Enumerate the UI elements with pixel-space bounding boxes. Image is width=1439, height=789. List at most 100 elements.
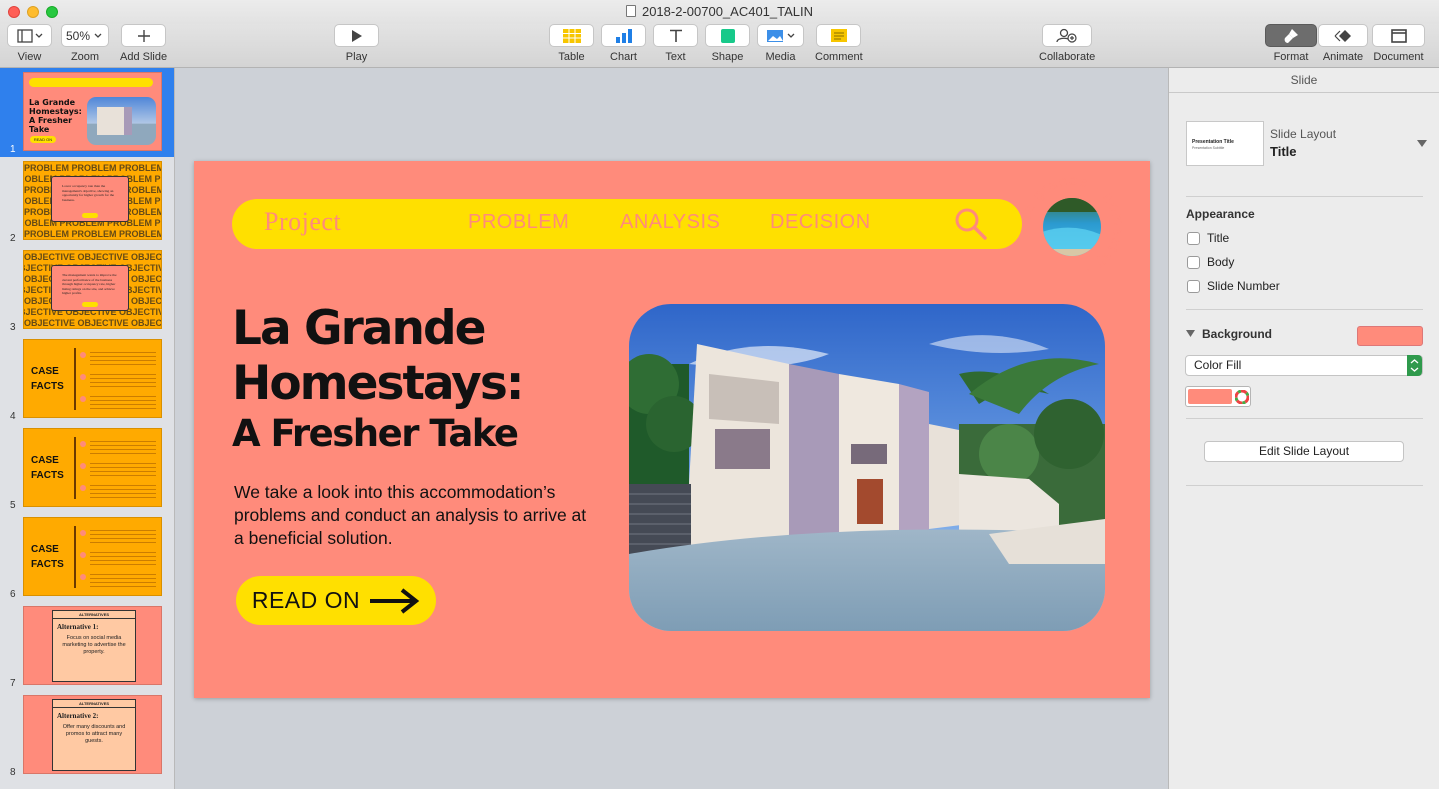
zoom-tool[interactable]: 50% Zoom — [61, 24, 109, 63]
layout-dropdown-arrow-icon[interactable] — [1417, 140, 1427, 147]
thumb-nav-bar — [29, 78, 153, 87]
text-tool[interactable]: Text — [653, 24, 698, 63]
document-window-icon — [1390, 28, 1407, 43]
color-well-swatch[interactable] — [1188, 389, 1232, 404]
slide-number: 4 — [10, 411, 16, 422]
table-button[interactable] — [549, 24, 594, 47]
slide-number: 8 — [10, 767, 16, 778]
checkbox-box[interactable] — [1187, 279, 1200, 293]
play-tool[interactable]: Play — [334, 24, 379, 63]
media-tool[interactable]: Media — [757, 24, 804, 63]
slide-number: 5 — [10, 500, 16, 511]
comment-button[interactable] — [816, 24, 862, 47]
checkbox-box[interactable] — [1187, 231, 1200, 245]
chart-tool[interactable]: Chart — [601, 24, 646, 63]
text-t-icon — [669, 29, 682, 42]
document-tool[interactable]: Document — [1372, 24, 1425, 63]
zoom-select[interactable]: 50% — [61, 24, 109, 47]
view-tool[interactable]: View — [7, 24, 52, 63]
nav-decision-link[interactable]: DECISION — [770, 211, 871, 234]
play-label: Play — [345, 51, 368, 63]
shape-tool[interactable]: Shape — [705, 24, 750, 63]
comment-tool[interactable]: Comment — [815, 24, 863, 63]
arrow-right-icon — [370, 587, 420, 614]
view-button[interactable] — [7, 24, 52, 47]
slide-thumbnail-1[interactable]: La Grande Homestays: A Fresher Take READ O… — [0, 68, 174, 157]
thumb-case-facts: CASE FACTS — [31, 455, 64, 481]
animate-button[interactable] — [1318, 24, 1368, 47]
sidebar-layout-icon — [16, 28, 42, 43]
checkbox-body[interactable]: Body — [1187, 255, 1234, 269]
slide-number: 2 — [10, 233, 16, 244]
chart-button[interactable] — [601, 24, 646, 47]
slide-thumbnail-8[interactable]: ALTERNATIVES Alternative 2: Offer many d… — [0, 691, 174, 780]
animate-tool[interactable]: Animate — [1318, 24, 1368, 63]
slide-layout-label: Slide Layout — [1270, 127, 1337, 141]
nav-analysis-link[interactable]: ANALYSIS — [620, 211, 720, 234]
slide-nav-bar[interactable]: Project PROBLEM ANALYSIS DECISION — [232, 199, 1022, 249]
comment-note-icon — [830, 29, 847, 42]
checkbox-label: Body — [1207, 255, 1235, 269]
checkbox-slide-number[interactable]: Slide Number — [1187, 279, 1280, 293]
format-button[interactable] — [1265, 24, 1317, 47]
edit-slide-layout-button[interactable]: Edit Slide Layout — [1204, 441, 1404, 462]
keynote-document-icon — [625, 5, 636, 17]
select-stepper-icon — [1407, 355, 1422, 376]
color-wheel-icon[interactable] — [1234, 387, 1250, 406]
shape-button[interactable] — [705, 24, 750, 47]
collaborate-tool[interactable]: Collaborate — [1039, 24, 1095, 63]
slide-thumbnail-4[interactable]: CASE FACTS 4 — [0, 335, 174, 424]
text-button[interactable] — [653, 24, 698, 47]
title-line-3: A Fresher Take — [232, 412, 519, 455]
layout-thumb-subtitle: Presentation Subtitle — [1192, 146, 1225, 150]
slide-thumbnail-7[interactable]: ALTERNATIVES Alternative 1: Focus on soc… — [0, 602, 174, 691]
nav-project-link[interactable]: Project — [264, 207, 341, 237]
fill-type-value: Color Fill — [1194, 358, 1242, 372]
slide-number: 1 — [10, 144, 16, 155]
slide-subtitle[interactable]: We take a look into this accommodation’s… — [234, 481, 594, 550]
zoom-value: 50% — [65, 28, 91, 43]
thumb-preview: OBJECTIVE OBJECTIVE OBJECTIVE OBJECTIVE … — [23, 250, 162, 329]
plus-icon — [137, 29, 150, 42]
color-well[interactable] — [1185, 386, 1251, 407]
slide-canvas[interactable]: Project PROBLEM ANALYSIS DECISION a gran… — [175, 68, 1168, 789]
checkbox-title[interactable]: Title — [1187, 231, 1229, 245]
add-slide-tool[interactable]: Add Slide — [120, 24, 167, 63]
slide-number: 6 — [10, 589, 16, 600]
table-tool[interactable]: Table — [549, 24, 594, 63]
read-on-button[interactable]: READ ON — [236, 576, 436, 625]
slide-thumbnail-6[interactable]: CASE FACTS 6 — [0, 513, 174, 602]
slide-thumbnail-2[interactable]: PROBLEM PROBLEM PROBLEM PROBLEM PROBLEM … — [0, 157, 174, 246]
text-label: Text — [665, 51, 686, 63]
window-title: 2018-2-00700_AC401_TALIN — [0, 4, 1439, 19]
background-heading[interactable]: Background — [1186, 327, 1272, 341]
slide-thumbnail-3[interactable]: OBJECTIVE OBJECTIVE OBJECTIVE OBJECTIVE … — [0, 246, 174, 335]
thumb-card: ALTERNATIVES Alternative 1: Focus on soc… — [52, 610, 136, 682]
thumb-case-facts: CASE FACTS — [31, 544, 64, 570]
document-button[interactable] — [1372, 24, 1425, 47]
add-slide-button[interactable] — [121, 24, 167, 47]
bar-chart-icon — [615, 28, 632, 43]
slide-layout-value[interactable]: Title — [1270, 144, 1297, 159]
current-slide[interactable]: Project PROBLEM ANALYSIS DECISION a gran… — [194, 161, 1150, 698]
house-photo-image — [629, 304, 1105, 631]
table-label: Table — [558, 51, 585, 63]
slide-layout-thumbnail[interactable]: Presentation Title Presentation Subtitle — [1186, 121, 1264, 166]
background-color-swatch[interactable] — [1357, 326, 1423, 346]
inspector-tab-slide[interactable]: Slide — [1169, 68, 1439, 93]
slide-title[interactable]: La Grande Homestays: A Fresher Take — [232, 305, 602, 452]
checkbox-label: Slide Number — [1207, 279, 1280, 293]
play-button[interactable] — [334, 24, 379, 47]
checkbox-box[interactable] — [1187, 255, 1200, 269]
format-tool[interactable]: Format — [1265, 24, 1317, 63]
collaborate-button[interactable] — [1042, 24, 1093, 47]
slide-navigator[interactable]: La Grande Homestays: A Fresher Take READ O… — [0, 68, 175, 789]
collaborate-label: Collaborate — [1039, 51, 1096, 63]
play-icon — [351, 29, 362, 42]
nav-problem-link[interactable]: PROBLEM — [468, 211, 569, 234]
slide-thumbnail-5[interactable]: CASE FACTS 5 — [0, 424, 174, 513]
media-button[interactable] — [757, 24, 804, 47]
fill-type-select[interactable]: Color Fill — [1185, 355, 1423, 376]
search-icon[interactable] — [954, 207, 988, 241]
house-photo[interactable] — [629, 304, 1105, 631]
